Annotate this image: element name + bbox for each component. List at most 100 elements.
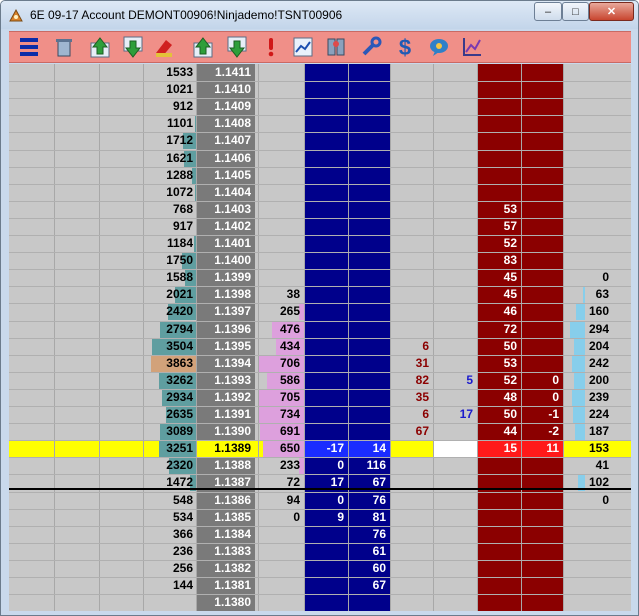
ladder-row[interactable]: 2420 1.1397 265 46 160 <box>9 303 631 320</box>
row-divider <box>9 457 631 458</box>
volume-cell: 2420 <box>166 304 193 318</box>
fill-cell: 0 <box>552 390 559 404</box>
row-divider <box>9 321 631 322</box>
up-arrow-icon[interactable] <box>88 35 112 59</box>
ladder-row[interactable]: 3504 1.1395 434 6 50 204 <box>9 338 631 355</box>
buy-activity-cell: 17 <box>459 407 473 421</box>
clear-orders-icon[interactable] <box>152 35 176 59</box>
row-divider <box>9 252 631 253</box>
ladder-row[interactable]: 1072 1.1404 <box>9 184 631 201</box>
ladder-row[interactable]: 1621 1.1406 <box>9 150 631 167</box>
price-cell: 1.1401 <box>214 236 251 250</box>
close-button[interactable]: ✕ <box>589 2 634 21</box>
ladder-row[interactable]: 3089 1.1390 691 67 44 -2 187 <box>9 423 631 440</box>
row-divider <box>9 355 631 356</box>
volume-cell: 3863 <box>166 356 193 370</box>
price-cell: 1.1408 <box>214 116 251 130</box>
profile-cell: 476 <box>279 322 300 336</box>
sell-cell: 52 <box>503 373 517 387</box>
price-cell: 1.1383 <box>214 544 251 558</box>
price-cell: 1.1392 <box>214 390 251 404</box>
trash-icon[interactable] <box>52 35 76 59</box>
ladder-row[interactable]: 236 1.1383 61 <box>9 543 631 560</box>
chat-icon[interactable] <box>427 35 451 59</box>
right-volume-cell: 153 <box>588 441 609 455</box>
sell-cell: 45 <box>503 287 517 301</box>
profile-cell: 734 <box>279 407 300 421</box>
profile-cell: 706 <box>279 356 300 370</box>
ladder-row[interactable]: 1750 1.1400 83 <box>9 252 631 269</box>
ladder-row[interactable]: 548 1.1386 94 0 76 0 <box>9 492 631 509</box>
sell-cell: 44 <box>503 424 517 438</box>
volume-cell: 534 <box>172 510 193 524</box>
volume-cell: 2794 <box>166 322 193 336</box>
ladder-row[interactable]: 3262 1.1393 586 82 5 52 0 200 <box>9 372 631 389</box>
sell-cell: 57 <box>503 219 517 233</box>
price-cell: 1.1391 <box>214 407 251 421</box>
down-arrow-icon[interactable] <box>225 35 249 59</box>
ladder-row[interactable]: 2934 1.1392 705 35 48 0 239 <box>9 389 631 406</box>
maximize-button[interactable]: □ <box>562 2 589 21</box>
row-divider <box>9 440 631 441</box>
right-volume-cell: 239 <box>588 390 609 404</box>
price-cell: 1.1407 <box>214 133 251 147</box>
dollar-icon[interactable]: $ <box>393 35 417 59</box>
ladder-row[interactable]: 366 1.1384 76 <box>9 526 631 543</box>
minimize-button[interactable]: – <box>534 2 562 21</box>
ladder-row[interactable]: 256 1.1382 60 <box>9 560 631 577</box>
right-volume-cell: 0 <box>602 493 609 507</box>
chart-icon[interactable] <box>291 35 315 59</box>
price-cell: 1.1386 <box>214 493 251 507</box>
center-ladder-icon[interactable] <box>17 35 41 59</box>
right-volume-cell: 160 <box>588 304 609 318</box>
ladder-row[interactable]: 1588 1.1399 45 0 <box>9 269 631 286</box>
settings-icon[interactable] <box>324 35 348 59</box>
sell-cell: 15 <box>477 440 521 457</box>
volume-cell: 1533 <box>166 65 193 79</box>
title-bar[interactable]: 6E 09-17 Account DEMONT00906!Ninjademo!T… <box>1 1 638 29</box>
up-arrow-icon[interactable] <box>191 35 215 59</box>
ladder-row[interactable]: 912 1.1409 <box>9 98 631 115</box>
row-divider <box>9 201 631 202</box>
row-divider <box>9 303 631 304</box>
ladder-row[interactable]: 144 1.1381 67 <box>9 577 631 594</box>
right-volume-cell: 0 <box>602 270 609 284</box>
volume-cell: 3089 <box>166 424 193 438</box>
ladder-row[interactable]: 2635 1.1391 734 6 17 50 -1 224 <box>9 406 631 423</box>
ladder-row[interactable]: 1184 1.1401 52 <box>9 235 631 252</box>
ladder-row[interactable]: 2794 1.1396 476 72 294 <box>9 321 631 338</box>
row-divider <box>9 150 631 151</box>
volume-cell: 1712 <box>166 133 193 147</box>
ladder-row[interactable]: 1712 1.1407 <box>9 132 631 149</box>
price-cell: 1.1395 <box>214 339 251 353</box>
ladder-row[interactable]: 2320 1.1388 233 0 116 41 <box>9 457 631 474</box>
alert-icon[interactable] <box>259 35 283 59</box>
ladder-row[interactable]: 3863 1.1394 706 31 53 242 <box>9 355 631 372</box>
ladder-row[interactable]: 2021 1.1398 38 45 63 <box>9 286 631 303</box>
ladder-row[interactable]: 1.1380 <box>9 594 631 611</box>
down-arrow-icon[interactable] <box>121 35 145 59</box>
sell-cell: 50 <box>503 339 517 353</box>
ladder-row[interactable]: 1533 1.1411 <box>9 64 631 81</box>
wrench-icon[interactable] <box>359 35 383 59</box>
volume-cell: 917 <box>172 219 193 233</box>
volume-cell: 2021 <box>166 287 193 301</box>
ladder-row[interactable]: 768 1.1403 53 <box>9 201 631 218</box>
ladder-row[interactable]: 917 1.1402 57 <box>9 218 631 235</box>
ladder-row[interactable]: 1101 1.1408 <box>9 115 631 132</box>
svg-text:$: $ <box>399 35 411 59</box>
right-volume-cell: 41 <box>595 458 609 472</box>
ladder-row[interactable]: 1021 1.1410 <box>9 81 631 98</box>
ladder-row[interactable]: 1288 1.1405 <box>9 167 631 184</box>
sell-activity-cell: 67 <box>415 424 429 438</box>
sell-activity-cell: 82 <box>415 373 429 387</box>
sell-cell: 46 <box>503 304 517 318</box>
ladder-row[interactable]: 534 1.1385 0 9 81 <box>9 509 631 526</box>
graph-icon[interactable] <box>460 35 484 59</box>
row-divider <box>9 218 631 219</box>
profile-cell: 0 <box>293 510 300 524</box>
row-divider <box>9 81 631 82</box>
row-divider <box>9 338 631 339</box>
row-divider <box>9 167 631 168</box>
ladder-row[interactable]: 3251 1.1389 650 -17 14 15 11 153 <box>9 440 631 457</box>
